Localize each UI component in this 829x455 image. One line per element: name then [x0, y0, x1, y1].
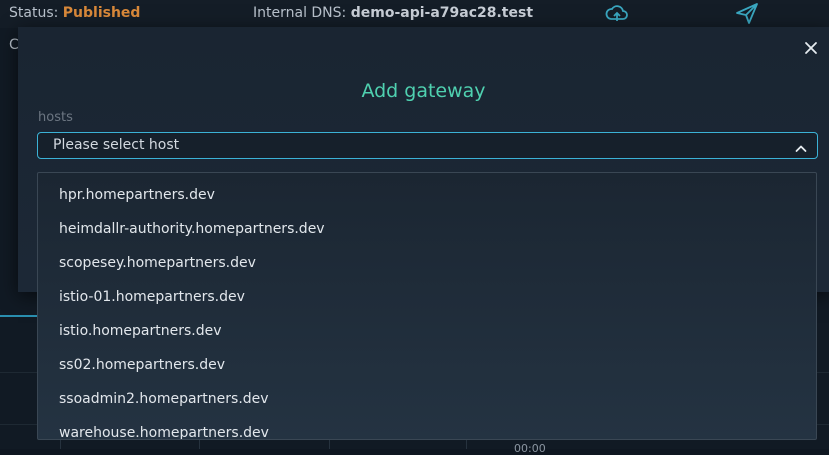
status-text: Status: Published [9, 5, 140, 21]
send-icon[interactable] [734, 1, 760, 27]
hosts-label: hosts [38, 110, 73, 125]
host-option[interactable]: ss02.homepartners.dev [38, 348, 816, 382]
internal-dns: Internal DNS: demo-api-a79ac28.test [253, 5, 533, 21]
chart-line-fragment [0, 315, 40, 317]
host-option[interactable]: istio.homepartners.dev [38, 314, 816, 348]
cloud-upload-icon[interactable] [604, 1, 630, 27]
host-option[interactable]: istio-01.homepartners.dev [38, 280, 816, 314]
dns-label: Internal DNS: [253, 5, 351, 21]
page-header: Status: Published Internal DNS: demo-api… [0, 0, 829, 28]
host-option[interactable]: warehouse.homepartners.dev [38, 416, 816, 439]
status-value: Published [62, 5, 141, 21]
host-option[interactable]: hpr.homepartners.dev [38, 178, 816, 212]
dns-value: demo-api-a79ac28.test [350, 5, 534, 21]
host-select-value: Please select host [53, 137, 180, 153]
close-icon[interactable] [803, 40, 819, 56]
host-option[interactable]: scopesey.homepartners.dev [38, 246, 816, 280]
host-option[interactable]: ssoadmin2.homepartners.dev [38, 382, 816, 416]
host-dropdown-list[interactable]: hpr.homepartners.dev heimdallr-authority… [37, 172, 817, 440]
modal-title: Add gateway [361, 80, 486, 102]
host-option[interactable]: heimdallr-authority.homepartners.dev [38, 212, 816, 246]
host-select[interactable]: Please select host [37, 132, 818, 159]
chevron-up-icon [795, 140, 807, 152]
background-bottom-partial: 00:00 [514, 442, 546, 455]
status-label: Status: [9, 5, 63, 21]
